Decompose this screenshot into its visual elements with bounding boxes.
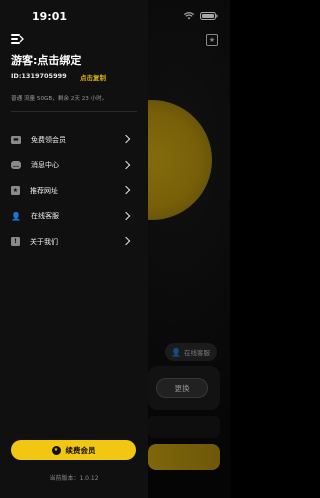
guest-bind-title[interactable]: 游客:点击绑定: [11, 52, 81, 68]
menu-item-recommended-sites[interactable]: ★ 推荐网址: [0, 178, 148, 204]
chat-icon: …: [11, 161, 21, 170]
renew-vip-label: 续费会员: [65, 445, 96, 455]
chevron-right-icon: [121, 134, 131, 144]
menu-item-support[interactable]: 👤 在线客服: [0, 204, 148, 230]
copy-id-link[interactable]: 点击复制: [80, 72, 106, 82]
menu-item-label: 免费领会员: [31, 135, 66, 144]
app-version: 当前版本：1.0.12: [49, 475, 99, 482]
menu-item-label: 消息中心: [31, 161, 59, 170]
renew-vip-button[interactable]: ★ 续费会员: [11, 440, 136, 460]
menu-item-label: 关于我们: [30, 237, 58, 246]
menu-item-messages[interactable]: … 消息中心: [0, 153, 148, 179]
star-icon: ★: [11, 186, 20, 196]
plan-info: 普通 流量 50GB，剩余 2天 23 小时。: [11, 96, 108, 102]
chevron-right-icon: [121, 236, 131, 246]
menu-item-about[interactable]: ! 关于我们: [0, 229, 148, 255]
chevron-right-icon: [121, 185, 131, 195]
info-icon: !: [11, 237, 20, 247]
gift-card-icon: ▬: [11, 135, 21, 144]
status-time: 19:01: [32, 10, 68, 23]
menu-collapse-icon[interactable]: [11, 34, 24, 44]
drawer-menu: ▬ 免费领会员 … 消息中心 ★ 推荐网址 👤 在线客服 ! 关于我们: [0, 127, 148, 255]
support-agent-icon: 👤: [11, 211, 21, 221]
star-badge-icon: ★: [51, 445, 61, 455]
menu-item-free-vip[interactable]: ▬ 免费领会员: [0, 127, 148, 153]
menu-item-label: 在线客服: [31, 212, 59, 221]
chevron-right-icon: [121, 160, 131, 169]
menu-item-label: 推荐网址: [30, 186, 58, 195]
user-id: ID:1319705999: [11, 72, 67, 80]
side-drawer: 19:01 游客:点击绑定 ID:1319705999 点击复制 普通 流量 5…: [0, 0, 148, 498]
divider: [11, 111, 137, 112]
chevron-right-icon: [121, 211, 131, 220]
